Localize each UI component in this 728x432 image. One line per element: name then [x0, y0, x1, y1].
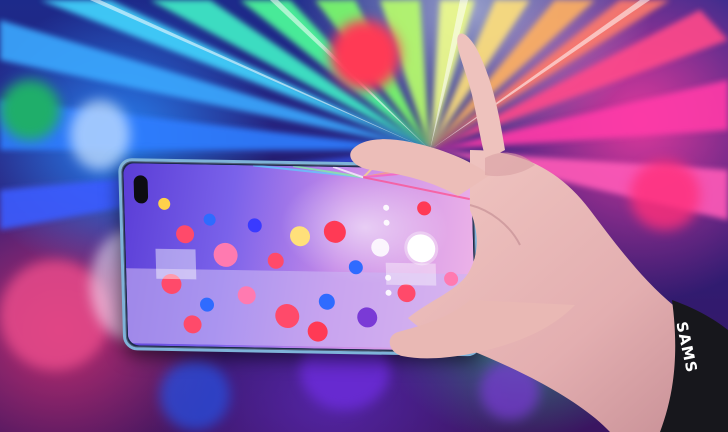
hand	[350, 33, 728, 432]
raised-finger	[457, 33, 505, 160]
photo-scene: SAMS	[0, 0, 728, 432]
index-finger	[350, 139, 490, 196]
